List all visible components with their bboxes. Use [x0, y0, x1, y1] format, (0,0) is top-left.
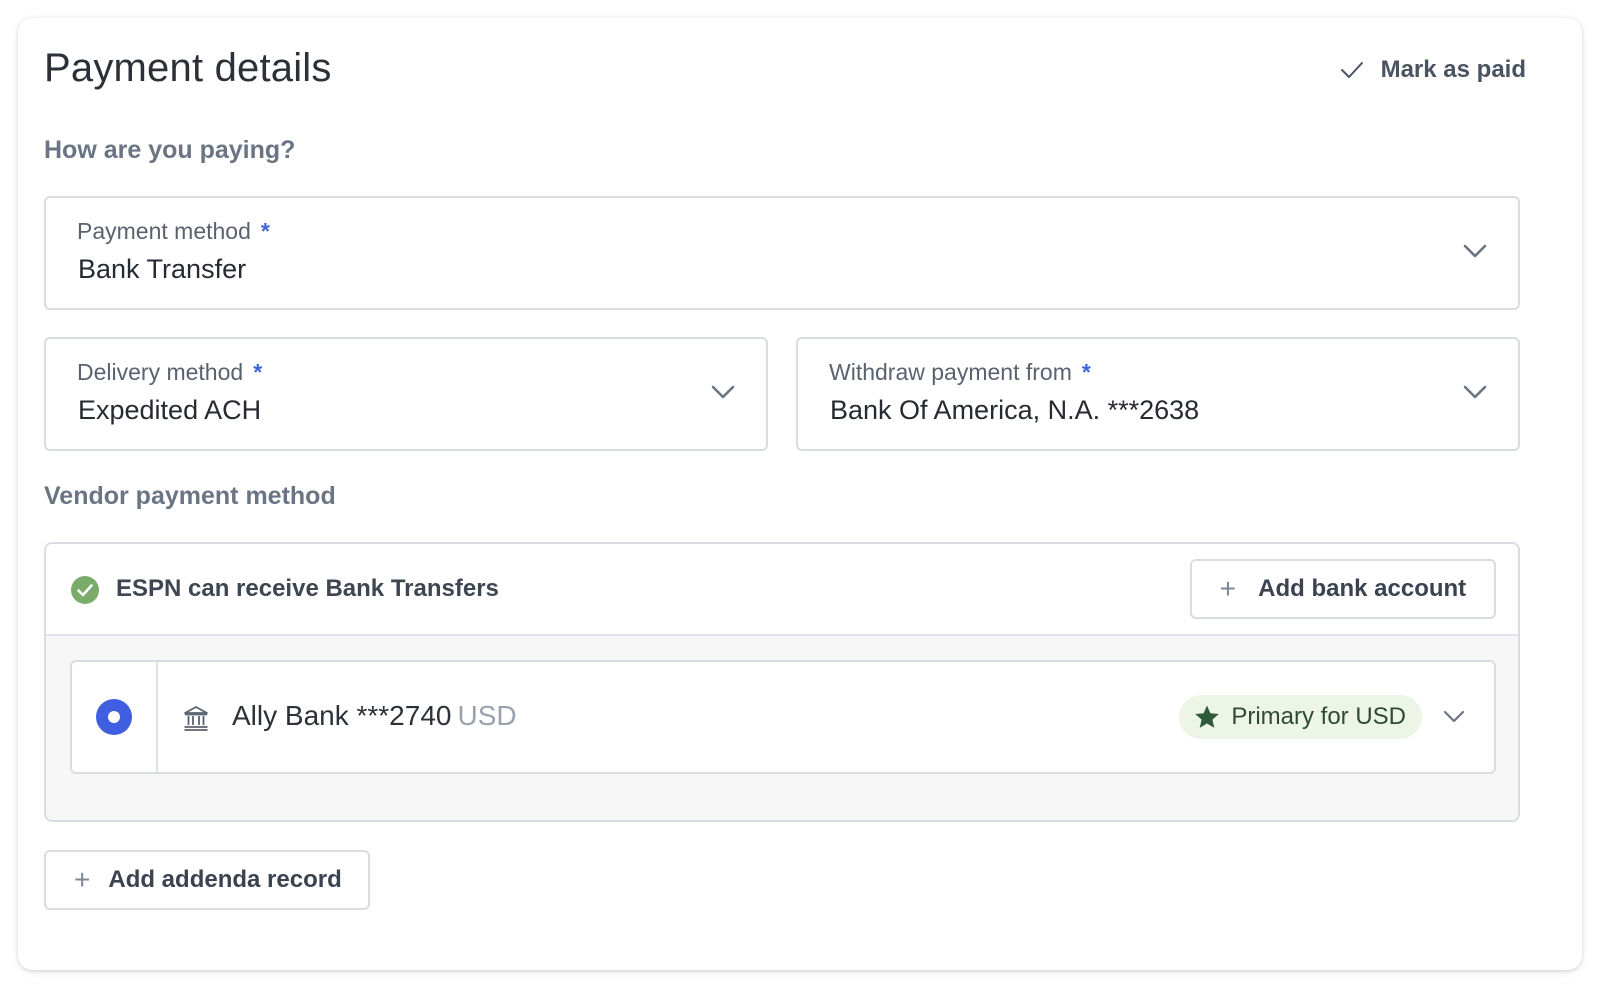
- check-icon: [1340, 62, 1363, 78]
- plus-icon: +: [74, 864, 91, 895]
- delivery-method-value: Expedited ACH: [78, 395, 262, 425]
- radio-cell: [72, 662, 158, 772]
- primary-badge: Primary for USD: [1179, 695, 1422, 739]
- required-asterisk: *: [253, 359, 263, 385]
- payment-details-card: Payment details Mark as paid How are you…: [18, 18, 1582, 970]
- chevron-down-icon[interactable]: [1442, 709, 1466, 725]
- required-asterisk: *: [260, 218, 270, 244]
- payment-method-select[interactable]: Payment method * Bank Transfer: [44, 196, 1520, 310]
- required-asterisk: *: [1081, 359, 1091, 385]
- vendor-status-text: ESPN can receive Bank Transfers: [116, 575, 499, 602]
- page-title: Payment details: [44, 46, 332, 90]
- how-paying-heading: How are you paying?: [44, 136, 296, 164]
- add-bank-account-button[interactable]: + Add bank account: [1190, 559, 1496, 619]
- bank-account-row[interactable]: Ally Bank ***2740 USD Primary for USD: [70, 660, 1496, 774]
- chevron-down-icon: [1463, 244, 1487, 258]
- withdraw-from-value: Bank Of America, N.A. ***2638: [830, 395, 1200, 425]
- primary-badge-label: Primary for USD: [1231, 703, 1406, 730]
- account-radio-selected[interactable]: [96, 699, 132, 735]
- payment-method-label: Payment method *: [77, 218, 270, 244]
- chevron-down-icon: [711, 385, 735, 399]
- payment-method-value: Bank Transfer: [78, 254, 247, 284]
- vendor-payment-heading: Vendor payment method: [44, 482, 336, 510]
- check-circle-icon: [71, 576, 99, 604]
- mark-as-paid-label: Mark as paid: [1380, 56, 1526, 83]
- plus-icon: +: [1219, 573, 1237, 604]
- bank-account-name: Ally Bank ***2740 USD: [232, 700, 517, 731]
- add-bank-account-label: Add bank account: [1258, 575, 1467, 602]
- chevron-down-icon: [1463, 385, 1487, 399]
- add-addenda-record-button[interactable]: + Add addenda record: [44, 850, 370, 910]
- bank-icon: [184, 706, 208, 731]
- withdraw-from-label: Withdraw payment from *: [829, 359, 1091, 385]
- delivery-method-label: Delivery method *: [77, 359, 263, 385]
- vendor-payment-panel: ESPN can receive Bank Transfers + Add ba…: [44, 542, 1520, 822]
- bank-account-currency: USD: [457, 700, 517, 731]
- withdraw-from-select[interactable]: Withdraw payment from * Bank Of America, …: [796, 337, 1520, 451]
- star-icon: [1195, 705, 1220, 728]
- vendor-status-bar: ESPN can receive Bank Transfers + Add ba…: [46, 544, 1518, 636]
- delivery-method-select[interactable]: Delivery method * Expedited ACH: [44, 337, 768, 451]
- add-addenda-record-label: Add addenda record: [108, 866, 342, 893]
- mark-as-paid-button[interactable]: Mark as paid: [1339, 56, 1526, 84]
